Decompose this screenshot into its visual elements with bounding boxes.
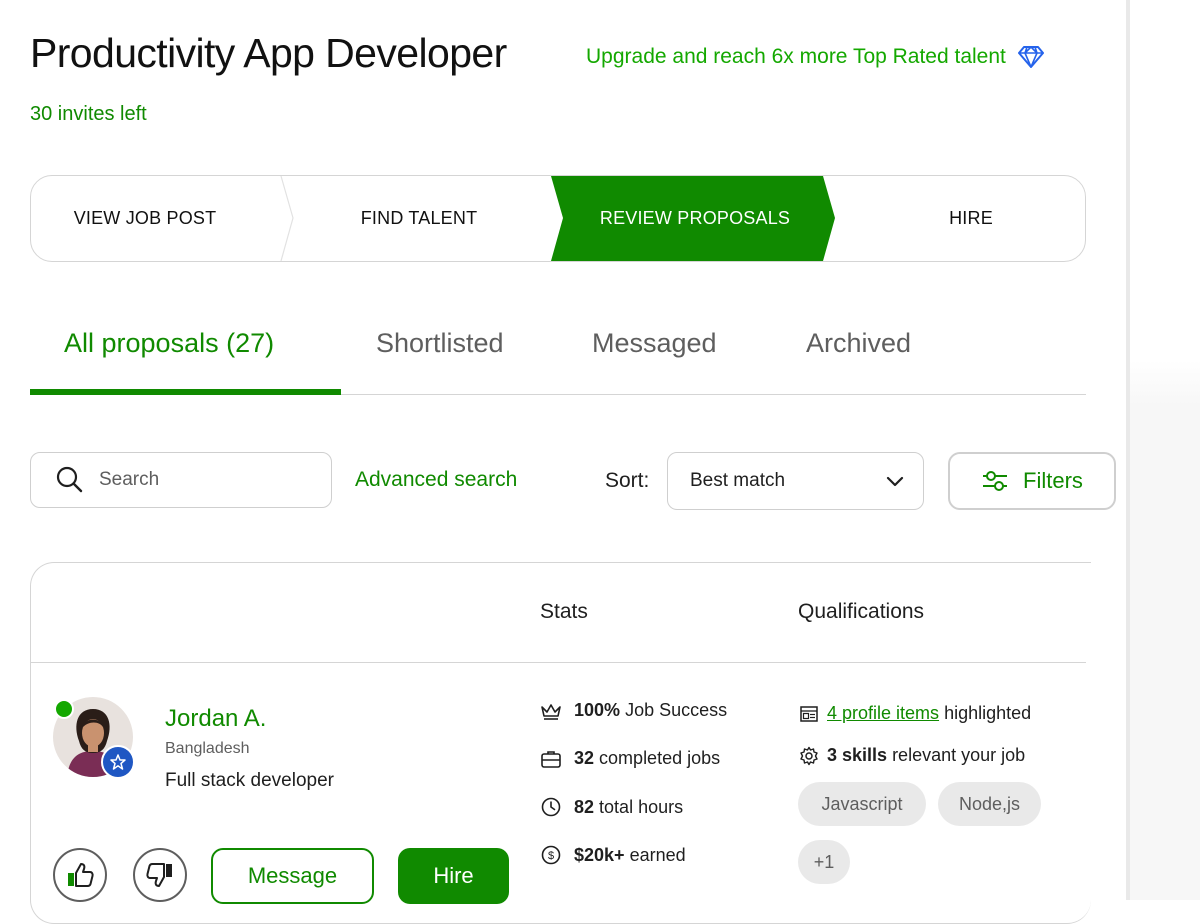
completed-jobs-label: completed jobs [599,748,721,768]
sort-label: Sort: [605,469,650,492]
thumbs-down-button[interactable] [133,848,187,902]
freelancer-title: Full stack developer [165,770,334,791]
chevron-down-icon [885,471,905,496]
filters-button[interactable]: Filters [948,452,1116,510]
stat-total-hours: 82 total hours [540,796,683,818]
dollar-circle-icon: $ [541,845,561,865]
profile-items-link[interactable]: 4 profile items [827,703,939,723]
job-success-value: 100% [574,700,621,720]
sliders-icon [983,471,1008,491]
tab-archived[interactable]: Archived [806,328,911,359]
sort-value: Best match [690,470,786,491]
job-success-label: Job Success [625,700,728,720]
search-icon [55,465,85,500]
upgrade-link[interactable]: Upgrade and reach 6x more Top Rated tale… [586,45,1044,69]
side-panel [1130,0,1200,900]
proposal-tabs: All proposals (27) Shortlisted Messaged … [30,320,1086,395]
step-review-proposals[interactable]: REVIEW PROPOSALS [563,176,827,261]
total-hours-label: total hours [599,796,684,817]
step-hire[interactable]: HIRE [835,176,1085,261]
crown-icon [541,703,561,720]
diamond-icon [1017,46,1044,68]
active-tab-indicator [30,389,341,395]
stat-earned: $ $20k+ earned [540,844,686,866]
search-input[interactable] [97,468,301,492]
step-view-job-post[interactable]: VIEW JOB POST [31,176,259,261]
total-hours-value: 82 [574,796,595,817]
column-header-stats: Stats [540,600,588,623]
search-box[interactable] [30,452,332,508]
column-header-qualifications: Qualifications [798,600,925,623]
invites-left: 30 invites left [30,103,147,125]
qual-skills: 3 skills relevant your job [799,745,1025,766]
gear-icon [800,746,818,765]
stat-completed-jobs: 32 completed jobs [540,748,720,769]
qual-profile-items: 4 profile items highlighted [799,703,1031,724]
briefcase-icon [541,750,561,768]
step-find-talent[interactable]: FIND TALENT [293,176,545,261]
profile-items-suffix: highlighted [944,703,1032,723]
hiring-stepper: VIEW JOB POST FIND TALENT REVIEW PROPOSA… [30,175,1086,262]
earned-value: $20k+ [574,844,625,865]
sort-select[interactable]: Best match [667,452,924,510]
completed-jobs-value: 32 [574,748,595,768]
tab-all-proposals[interactable]: All proposals (27) [64,328,274,359]
skill-chip[interactable]: Node,js [938,782,1041,826]
row-divider [30,662,1086,663]
svg-text:$: $ [548,850,554,862]
more-skills-chip[interactable]: +1 [798,840,850,884]
thumbs-up-icon [68,863,94,887]
thumbs-down-icon [146,863,172,887]
top-rated-badge-icon [101,745,135,779]
hire-button[interactable]: Hire [398,848,509,904]
filters-label: Filters [1023,468,1083,493]
online-status-dot [54,699,74,719]
profile-items-icon [800,705,818,722]
page-title: Productivity App Developer [30,30,507,76]
clock-icon [541,797,561,817]
freelancer-country: Bangladesh [165,740,250,757]
main-content: Productivity App Developer Upgrade and r… [0,0,1128,924]
freelancer-name[interactable]: Jordan A. [165,705,266,733]
advanced-search-link[interactable]: Advanced search [355,468,517,492]
tab-shortlisted[interactable]: Shortlisted [376,328,504,359]
thumbs-up-button[interactable] [53,848,107,902]
skills-value: 3 skills [827,745,888,765]
skills-suffix: relevant your job [892,745,1026,765]
earned-label: earned [629,844,686,865]
tab-messaged[interactable]: Messaged [592,328,717,359]
stat-job-success: 100% Job Success [540,700,727,721]
message-button[interactable]: Message [211,848,374,904]
upgrade-text[interactable]: Upgrade and reach 6x more Top Rated tale… [586,45,1006,69]
skill-chip[interactable]: Javascript [798,782,926,826]
